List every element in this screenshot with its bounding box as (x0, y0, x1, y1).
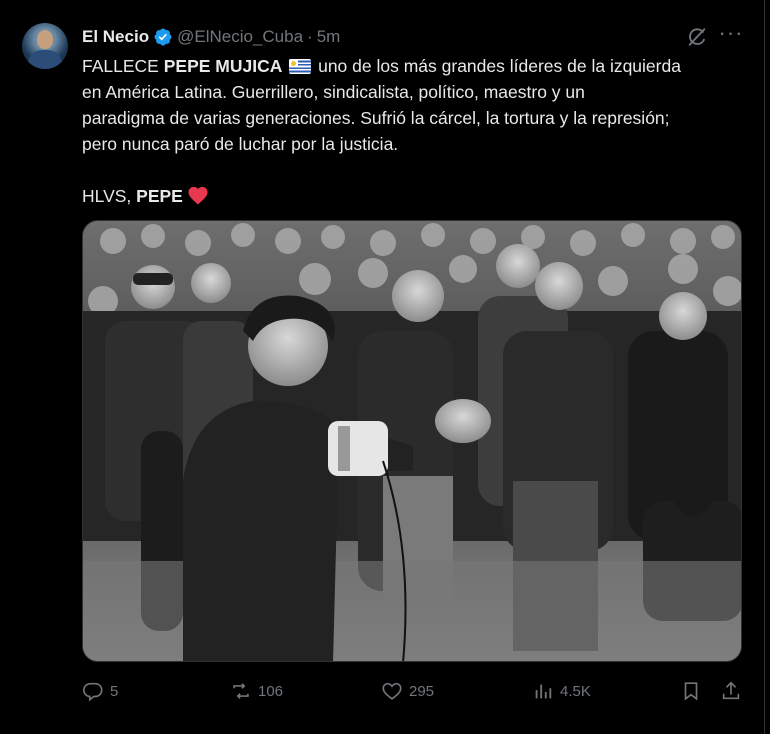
tweet[interactable]: El Necio @ElNecio_Cuba · 5m ··· FALLECE … (0, 0, 770, 734)
text-line-3: paradigma de varias generaciones. Sufrió… (82, 108, 670, 128)
like-icon (382, 682, 402, 700)
reply-button[interactable]: 5 (82, 678, 118, 704)
repost-button[interactable]: 106 (230, 678, 283, 704)
separator-dot: · (307, 27, 313, 46)
text-bold-name: PEPE MUJICA (163, 56, 283, 76)
tweet-header: El Necio @ElNecio_Cuba · 5m (82, 26, 340, 48)
post-photo[interactable] (82, 220, 742, 662)
views-icon (535, 684, 552, 699)
like-count: 295 (409, 682, 435, 700)
repost-icon (233, 683, 249, 699)
reply-count: 5 (110, 682, 119, 700)
column-border (764, 0, 765, 734)
views-count: 4.5K (560, 682, 591, 700)
text-rest: uno de los más grandes líderes de la izq… (313, 56, 681, 76)
tweet-text: FALLECE PEPE MUJICA uno de los más grand… (82, 53, 752, 209)
author-handle[interactable]: @ElNecio_Cuba (177, 27, 303, 47)
share-button[interactable] (720, 678, 748, 704)
text-prefix: FALLECE (82, 56, 164, 76)
uruguay-flag-icon (289, 59, 312, 74)
closing-prefix: HLVS, (82, 186, 137, 206)
author-name[interactable]: El Necio (82, 27, 149, 47)
reply-icon (83, 682, 103, 702)
bookmark-button[interactable] (680, 678, 708, 704)
post-time[interactable]: 5m (317, 27, 341, 47)
bookmark-icon (684, 682, 698, 701)
share-icon (722, 681, 740, 700)
text-closing: HLVS, PEPE (82, 183, 752, 209)
repost-count: 106 (258, 682, 284, 700)
grok-icon[interactable] (686, 26, 708, 48)
red-heart-icon (188, 186, 208, 205)
text-line-1: FALLECE PEPE MUJICA uno de los más grand… (82, 53, 752, 79)
views-button[interactable]: 4.5K (532, 678, 591, 704)
avatar[interactable] (22, 23, 68, 69)
more-icon[interactable]: ··· (718, 22, 744, 49)
text-line-2: en América Latina. Guerrillero, sindical… (82, 82, 585, 102)
verified-badge-icon (154, 28, 172, 46)
like-button[interactable]: 295 (381, 678, 434, 704)
action-bar: 5 106 295 4.5K (0, 678, 770, 704)
closing-bold: PEPE (136, 186, 183, 206)
text-line-4: pero nunca paró de luchar por la justici… (82, 134, 399, 154)
photo-image (83, 221, 741, 661)
